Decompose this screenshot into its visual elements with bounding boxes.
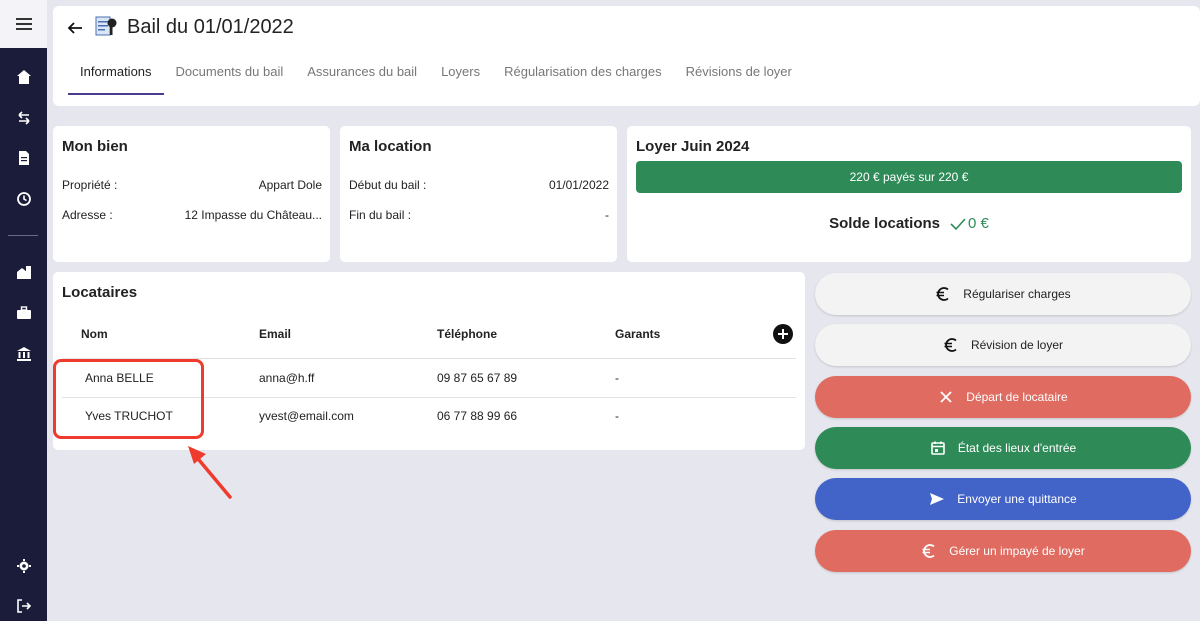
tab-documents-du-bail[interactable]: Documents du bail — [164, 62, 296, 95]
col-nom: Nom — [81, 327, 108, 341]
depart-locataire-button[interactable]: Départ de locataire — [815, 376, 1191, 418]
tab-revisions-de-loyer[interactable]: Révisions de loyer — [674, 62, 804, 95]
side-rail — [0, 0, 47, 621]
gerer-impaye-label: Gérer un impayé de loyer — [949, 544, 1085, 558]
rail-business[interactable] — [0, 302, 47, 324]
arrow-left-icon — [67, 22, 82, 34]
gear-icon — [16, 559, 31, 573]
menu-button[interactable] — [0, 0, 47, 48]
rail-logout[interactable] — [0, 595, 47, 617]
ma-location-title: Ma location — [349, 138, 432, 155]
revision-loyer-label: Révision de loyer — [970, 338, 1064, 352]
tab-assurances-du-bail[interactable]: Assurances du bail — [295, 62, 429, 95]
regulariser-charges-label: Régulariser charges — [963, 287, 1071, 301]
home-icon — [16, 70, 31, 84]
gerer-impaye-button[interactable]: Gérer un impayé de loyer — [815, 530, 1191, 572]
rail-documents[interactable] — [0, 147, 47, 169]
highlight-box — [53, 359, 204, 439]
depart-locataire-label: Départ de locataire — [966, 390, 1068, 404]
locataire-email: anna@h.ff — [259, 371, 315, 385]
rail-properties[interactable] — [0, 261, 47, 283]
rail-history[interactable] — [0, 188, 47, 210]
rail-home[interactable] — [0, 66, 47, 88]
euro-icon — [922, 544, 935, 558]
envoyer-quittance-label: Envoyer une quittance — [957, 492, 1077, 506]
close-icon — [940, 391, 952, 403]
revision-loyer-button[interactable]: Révision de loyer — [815, 324, 1191, 366]
rail-divider — [8, 235, 38, 236]
propriete-value: Appart Dole — [258, 178, 322, 192]
col-email: Email — [259, 327, 292, 341]
debut-bail-label: Début du bail : — [349, 178, 427, 192]
fin-bail-value: - — [605, 208, 609, 222]
rail-bank[interactable] — [0, 343, 47, 365]
solde-value: 0 € — [968, 215, 989, 232]
rail-transfers[interactable] — [0, 107, 47, 129]
bank-icon — [16, 347, 31, 361]
rail-settings[interactable] — [0, 555, 47, 577]
tab-loyers[interactable]: Loyers — [429, 62, 492, 95]
col-garants: Garants — [615, 327, 661, 341]
locataires-title: Locataires — [62, 284, 138, 301]
locataire-telephone: 06 77 88 99 66 — [437, 409, 518, 423]
plus-icon — [778, 329, 788, 339]
logout-icon — [16, 599, 31, 613]
check-icon — [950, 217, 966, 230]
adresse-value: 12 Impasse du Château... — [184, 208, 322, 222]
ma-location-card: Ma location Début du bail : 01/01/2022 F… — [340, 126, 617, 262]
page-header: Bail du 01/01/2022 Informations Document… — [53, 6, 1200, 106]
page-title: Bail du 01/01/2022 — [127, 16, 294, 38]
envoyer-quittance-button[interactable]: Envoyer une quittance — [815, 478, 1191, 520]
swap-arrows-icon — [17, 111, 30, 125]
euro-icon — [944, 338, 957, 352]
send-icon — [930, 493, 945, 505]
loyer-card: Loyer Juin 2024 220 € payés sur 220 € So… — [627, 126, 1191, 262]
fin-bail-row: Fin du bail : - — [349, 208, 609, 222]
tab-regularisation-des-charges[interactable]: Régularisation des charges — [492, 62, 674, 95]
solde-locations: Solde locations 0 € — [627, 215, 1191, 232]
locataire-email: yvest@email.com — [259, 409, 354, 423]
calendar-icon — [931, 441, 945, 455]
loyer-title: Loyer Juin 2024 — [636, 138, 750, 155]
adresse-row: Adresse : 12 Impasse du Château... — [62, 208, 322, 222]
clock-icon — [16, 192, 31, 206]
annotation-arrow-icon — [188, 446, 232, 499]
debut-bail-value: 01/01/2022 — [548, 178, 609, 192]
hamburger-icon — [15, 18, 32, 30]
locataire-telephone: 09 87 65 67 89 — [437, 371, 518, 385]
euro-icon — [936, 287, 949, 301]
debut-bail-row: Début du bail : 01/01/2022 — [349, 178, 609, 192]
propriete-label: Propriété : — [62, 178, 118, 192]
mon-bien-card: Mon bien Propriété : Appart Dole Adresse… — [53, 126, 330, 262]
lease-document-icon — [95, 16, 117, 36]
tab-bar: Informations Documents du bail Assurance… — [68, 62, 804, 95]
adresse-label: Adresse : — [62, 208, 113, 222]
back-button[interactable] — [65, 18, 85, 38]
fin-bail-label: Fin du bail : — [349, 208, 412, 222]
solde-amount: 0 € — [950, 215, 989, 232]
propriete-row: Propriété : Appart Dole — [62, 178, 322, 192]
tab-informations[interactable]: Informations — [68, 62, 164, 95]
document-icon — [18, 151, 29, 165]
etat-des-lieux-button[interactable]: État des lieux d'entrée — [815, 427, 1191, 469]
briefcase-icon — [16, 306, 31, 319]
loyer-paid-bar: 220 € payés sur 220 € — [636, 161, 1182, 193]
regulariser-charges-button[interactable]: Régulariser charges — [815, 273, 1191, 315]
buildings-icon — [16, 266, 31, 279]
solde-label: Solde locations — [829, 215, 940, 232]
etat-des-lieux-label: État des lieux d'entrée — [957, 441, 1077, 455]
mon-bien-title: Mon bien — [62, 138, 128, 155]
locataire-garants: - — [615, 409, 619, 423]
col-telephone: Téléphone — [437, 327, 498, 341]
locataire-garants: - — [615, 371, 619, 385]
add-locataire-button[interactable] — [773, 324, 793, 344]
